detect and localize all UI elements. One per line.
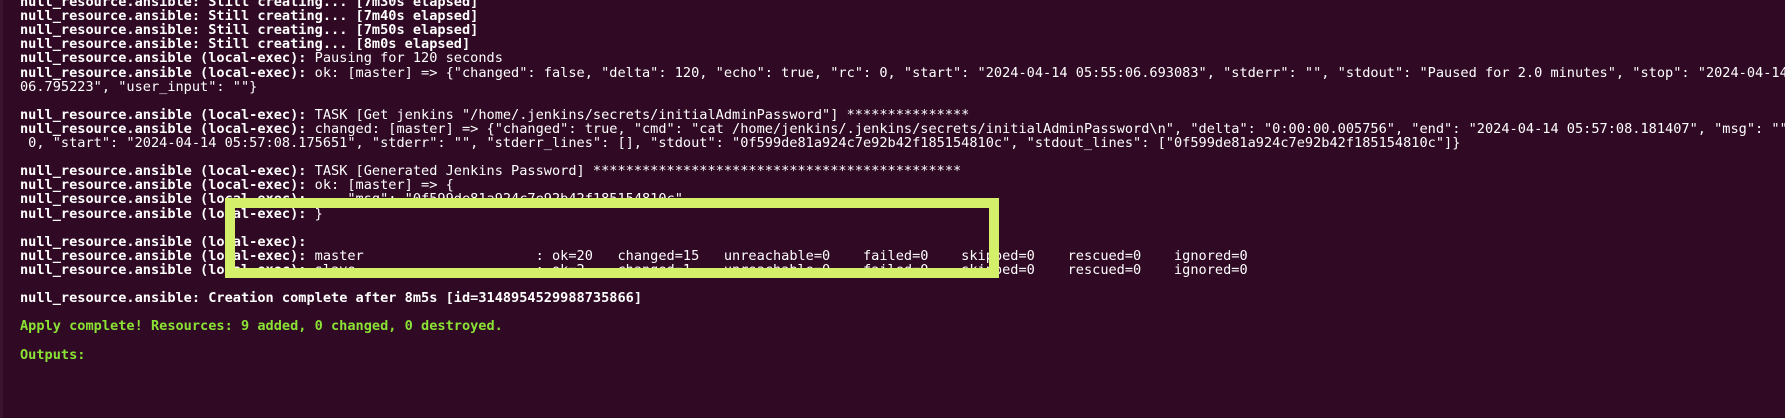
line-prefix: null_resource.ansible: [20,290,201,307]
line-text: 06.795223", "user_input": ""} [20,78,258,95]
terminal-left-edge [0,0,3,418]
line-text: Outputs: [20,346,86,363]
terminal-line: 06.795223", "user_input": ""} [20,79,257,95]
line-text: Creation complete after 8m5s [id=3148954… [200,290,643,307]
line-text: ok: [master] => {"changed": false, "delt… [306,64,1785,81]
terminal-window[interactable]: null_resource.ansible: Still creating...… [0,0,1785,418]
terminal-line: null_resource.ansible: Creation complete… [20,290,642,306]
terminal-line: Outputs: [20,347,85,363]
line-text: } [306,205,323,222]
terminal-line: null_resource.ansible (local-exec): slav… [20,262,1248,278]
line-text: "msg": "0f599de81a924c7e92b42f185154810c… [306,191,683,208]
terminal-line: null_resource.ansible (local-exec): ok: … [20,65,1785,81]
line-prefix: null_resource.ansible (local-exec): [20,261,307,278]
line-text: 0, "start": "2024-04-14 05:57:08.175651"… [20,135,1461,151]
terminal-line: 0, "start": "2024-04-14 05:57:08.175651"… [20,135,1460,151]
line-text: Apply complete! Resources: 9 added, 0 ch… [20,318,503,335]
terminal-line: null_resource.ansible (local-exec): } [20,206,323,222]
terminal-line: Apply complete! Resources: 9 added, 0 ch… [20,318,503,334]
line-prefix: null_resource.ansible (local-exec): [20,205,307,222]
line-text: slave : ok=2 changed=1 unreachable=0 fai… [306,261,1248,278]
